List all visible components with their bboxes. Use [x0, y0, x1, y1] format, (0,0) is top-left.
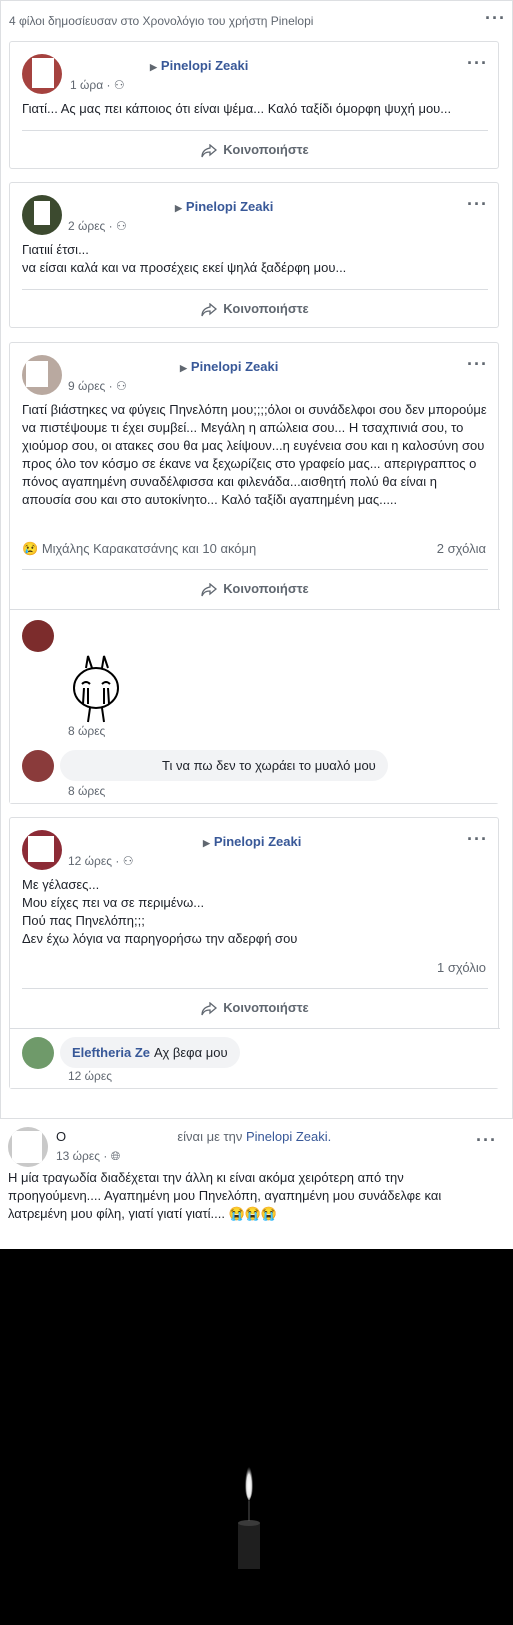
friends-icon: ⚇ — [113, 78, 125, 92]
comments-count[interactable]: 2 σχόλια — [437, 541, 486, 556]
avatar[interactable] — [22, 195, 62, 235]
post-card: ▶ Pinelopi Zeaki 1 ώρα · ⚇ ··· Γιατί... Α… — [9, 41, 499, 169]
arrow-right-icon: ▶ — [175, 203, 182, 213]
post-time[interactable]: 12 ώρες · ⚇ — [68, 854, 133, 868]
arrow-right-icon: ▶ — [150, 62, 157, 72]
globe-icon: 🌐︎ — [110, 1149, 121, 1163]
post-header: Ο είναι με την Pinelopi Zeaki. — [56, 1129, 332, 1144]
avatar[interactable] — [22, 54, 62, 94]
comments-count[interactable]: 1 σχόλιο — [437, 960, 486, 975]
post-options-icon[interactable]: ··· — [467, 195, 488, 213]
comment-time[interactable]: 8 ώρες — [68, 784, 105, 798]
post-time[interactable]: 13 ώρες · 🌐︎ — [56, 1149, 120, 1164]
comment-author[interactable]: Eleftheria Ze — [72, 1045, 150, 1060]
friends-icon: ⚇ — [116, 379, 127, 393]
post-text: Γιατί βιάστηκες να φύγεις Πηνελόπη μου;;… — [22, 402, 487, 507]
share-icon — [201, 582, 218, 597]
post-options-icon[interactable]: ··· — [476, 1131, 497, 1149]
post-target-link[interactable]: ▶ Pinelopi Zeaki — [203, 834, 301, 849]
comment-bubble: Τι να πω δεν το χωράει το μυαλό μου — [60, 750, 388, 781]
post-time[interactable]: 9 ώρες · ⚇ — [68, 379, 127, 393]
post-card: ▶ Pinelopi Zeaki 9 ώρες · ⚇ ··· Γιατί βιά… — [9, 342, 500, 804]
more-options-icon[interactable]: ··· — [485, 9, 506, 27]
comment-avatar[interactable] — [22, 1037, 54, 1069]
avatar[interactable] — [22, 830, 62, 870]
friends-icon: ⚇ — [116, 219, 127, 233]
arrow-right-icon: ▶ — [203, 838, 210, 848]
post-photo[interactable] — [0, 1249, 513, 1625]
comment-time[interactable]: 12 ώρες — [68, 1069, 112, 1083]
post-target-link[interactable]: ▶ Pinelopi Zeaki — [150, 58, 248, 73]
post-card: Ο είναι με την Pinelopi Zeaki. 13 ώρες ·… — [0, 1118, 513, 1625]
avatar[interactable] — [8, 1127, 48, 1167]
post-time[interactable]: 2 ώρες · ⚇ — [68, 219, 127, 233]
post-text: Με γέλασες... Μου είχες πει να σε περιμέ… — [22, 877, 298, 946]
comment-time[interactable]: 8 ώρες — [68, 724, 105, 738]
comment-avatar[interactable] — [22, 750, 54, 782]
comments-section: Eleftheria Ze Αχ βεφα μου 12 ώρες — [10, 1028, 500, 1088]
sad-reaction-icon: 😢 — [22, 541, 39, 556]
share-button[interactable]: Κοινοποιήστε — [10, 142, 500, 158]
group-header-text: 4 φίλοι δημοσίευσαν στο Χρονολόγιο του χ… — [9, 14, 314, 28]
comment-avatar[interactable] — [22, 620, 54, 652]
post-time[interactable]: 1 ώρα · ⚇ — [70, 78, 125, 92]
share-icon — [201, 1001, 218, 1016]
comments-section: 8 ώρες Τι να πω δεν το χωράει το μυαλό μ… — [10, 609, 500, 803]
group-header: 4 φίλοι δημοσίευσαν στο Χρονολόγιο του χ… — [9, 9, 506, 31]
post-card: ▶ Pinelopi Zeaki 2 ώρες · ⚇ ··· Γιατιιί έ… — [9, 182, 499, 328]
share-icon — [201, 143, 218, 158]
crying-sticker-icon — [73, 655, 119, 723]
post-text: Γιατί... Ας μας πει κάποιος ότι είναι ψέ… — [22, 101, 452, 116]
avatar[interactable] — [22, 355, 62, 395]
candle-image — [238, 1463, 260, 1569]
post-target-link[interactable]: ▶ Pinelopi Zeaki — [175, 199, 273, 214]
tagged-name[interactable]: Pinelopi Zeaki. — [246, 1129, 331, 1144]
reactions-summary[interactable]: 😢 Μιχάλης Καρακατσάνης και 10 ακόμη — [22, 541, 256, 557]
timeline-posts-group: 4 φίλοι δημοσίευσαν στο Χρονολόγιο του χ… — [0, 0, 513, 1143]
share-button[interactable]: Κοινοποιήστε — [10, 581, 500, 597]
friends-icon: ⚇ — [122, 854, 134, 868]
post-text: Γιατιιί έτσι... να είσαι καλά και να προ… — [22, 242, 347, 275]
share-icon — [201, 302, 218, 317]
post-text: Η μία τραγωδία διαδέχεται την άλλη κι εί… — [8, 1170, 442, 1221]
post-options-icon[interactable]: ··· — [467, 830, 488, 848]
share-button[interactable]: Κοινοποιήστε — [10, 301, 500, 317]
post-target-link[interactable]: ▶ Pinelopi Zeaki — [180, 359, 278, 374]
post-card: ▶ Pinelopi Zeaki 12 ώρες · ⚇ ··· Με γέλασ… — [9, 817, 500, 1089]
arrow-right-icon: ▶ — [180, 363, 187, 373]
comment-text: Τι να πω δεν το χωράει το μυαλό μου — [162, 758, 376, 773]
post-options-icon[interactable]: ··· — [467, 54, 488, 72]
comment-bubble: Eleftheria Ze Αχ βεφα μου — [60, 1037, 240, 1068]
comment-text: Αχ βεφα μου — [154, 1045, 228, 1060]
post-options-icon[interactable]: ··· — [467, 355, 488, 373]
share-button[interactable]: Κοινοποιήστε — [10, 1000, 500, 1016]
author-name[interactable]: Ο — [56, 1129, 66, 1144]
